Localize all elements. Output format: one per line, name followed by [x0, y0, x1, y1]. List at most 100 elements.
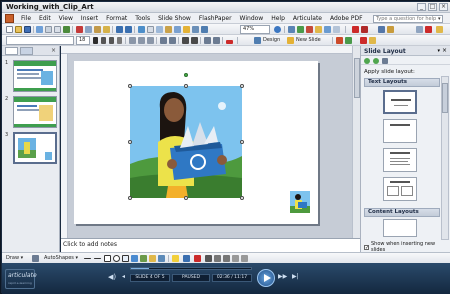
increase-indent-icon[interactable]: [213, 37, 220, 44]
toolbar-options-icon[interactable]: [436, 26, 443, 33]
text-layouts-header[interactable]: Text Layouts: [364, 78, 440, 87]
print-preview-icon[interactable]: [54, 26, 61, 33]
quizmaker-icon[interactable]: [324, 26, 331, 33]
select-objects-icon[interactable]: [32, 255, 39, 262]
resize-handle[interactable]: [184, 196, 188, 200]
underline-icon[interactable]: [109, 37, 114, 44]
design-icon[interactable]: [254, 37, 261, 44]
line-color-icon[interactable]: [183, 255, 190, 262]
line-icon[interactable]: [84, 258, 91, 259]
slide-vertical-scrollbar[interactable]: [352, 46, 360, 238]
maximize-button[interactable]: □: [428, 3, 437, 11]
font-name-select[interactable]: [6, 36, 74, 45]
menu-tools[interactable]: Tools: [131, 15, 154, 22]
rectangle-icon[interactable]: [104, 255, 111, 262]
slide-thumbnail-3[interactable]: 3: [5, 132, 57, 164]
new-slide-icon[interactable]: [287, 37, 294, 44]
zoom-select[interactable]: 47%: [240, 25, 270, 34]
previous-slide-icon[interactable]: ◂: [122, 273, 125, 280]
autoshapes-menu[interactable]: AutoShapes ▾: [44, 255, 78, 261]
align-left-icon[interactable]: [129, 37, 136, 44]
menu-articulate[interactable]: Articulate: [289, 15, 326, 22]
slide-thumbnail-2[interactable]: 2: [5, 96, 57, 128]
resize-handle[interactable]: [240, 140, 244, 144]
ink-icon[interactable]: [360, 37, 367, 44]
menu-edit[interactable]: Edit: [35, 15, 55, 22]
close-button[interactable]: ×: [439, 3, 448, 11]
text-box-icon[interactable]: [122, 255, 129, 262]
resize-handle[interactable]: [240, 84, 244, 88]
record-narration-icon[interactable]: [336, 37, 343, 44]
menu-adobe-pdf[interactable]: Adobe PDF: [326, 15, 367, 22]
rotation-handle[interactable]: [184, 73, 188, 77]
tables-borders-icon[interactable]: [156, 26, 163, 33]
undo-icon[interactable]: [116, 26, 123, 33]
font-size-select[interactable]: 18: [76, 36, 90, 45]
notes-placeholder[interactable]: Click to add notes: [63, 241, 117, 248]
volume-icon[interactable]: ◀): [108, 273, 116, 281]
new-icon[interactable]: [6, 26, 13, 33]
increase-font-icon[interactable]: [182, 37, 189, 44]
paste-icon[interactable]: [94, 26, 101, 33]
resize-handle[interactable]: [184, 84, 188, 88]
save-icon[interactable]: [24, 26, 31, 33]
menu-flashpaper[interactable]: FlashPaper: [195, 15, 236, 22]
show-formatting-icon[interactable]: [183, 26, 190, 33]
content-layouts-header[interactable]: Content Layouts: [364, 208, 440, 217]
menu-help[interactable]: Help: [267, 15, 289, 22]
insert-picture-icon[interactable]: [158, 255, 165, 262]
menu-format[interactable]: Format: [102, 15, 131, 22]
fill-color-icon[interactable]: [172, 255, 179, 262]
close-icon[interactable]: ×: [51, 47, 56, 54]
forward-icon[interactable]: [373, 58, 379, 64]
italic-icon[interactable]: [101, 37, 106, 44]
new-slide-button[interactable]: New Slide: [296, 37, 321, 43]
help-search-input[interactable]: Type a question for help: [373, 15, 443, 23]
small-clip-art-image[interactable]: [290, 191, 310, 213]
play-button[interactable]: [257, 269, 275, 287]
seek-bar[interactable]: [130, 267, 252, 270]
close-icon[interactable]: ×: [442, 47, 447, 54]
menu-window[interactable]: Window: [236, 15, 268, 22]
copy-icon[interactable]: [85, 26, 92, 33]
font-color-icon[interactable]: [425, 26, 432, 33]
oval-icon[interactable]: [113, 255, 120, 262]
sync-animations-icon[interactable]: [345, 37, 352, 44]
cut-icon[interactable]: [76, 26, 83, 33]
pdf-convert-icon[interactable]: [352, 26, 359, 33]
align-right-icon[interactable]: [147, 37, 154, 44]
draw-menu[interactable]: Draw ▾: [6, 255, 23, 261]
chart-icon[interactable]: [138, 26, 145, 33]
pen-icon[interactable]: [416, 26, 423, 33]
slides-tab[interactable]: [20, 47, 33, 55]
arrow-icon[interactable]: [94, 258, 101, 259]
publish-icon[interactable]: [297, 26, 304, 33]
layout-two-column-text[interactable]: [383, 177, 417, 201]
pdf-email-icon[interactable]: [361, 26, 368, 33]
shadow-style-icon[interactable]: [232, 255, 239, 262]
annotate-icon[interactable]: [387, 26, 394, 33]
menu-view[interactable]: View: [55, 15, 77, 22]
menu-insert[interactable]: Insert: [77, 15, 102, 22]
resize-handle[interactable]: [240, 196, 244, 200]
help-dropdown-icon[interactable]: ▾: [438, 16, 441, 22]
bullets-icon[interactable]: [169, 37, 176, 44]
arrow-style-icon[interactable]: [223, 255, 230, 262]
font-color-icon[interactable]: [194, 255, 201, 262]
spelling-icon[interactable]: [63, 26, 70, 33]
resize-handle[interactable]: [128, 84, 132, 88]
decrease-indent-icon[interactable]: [204, 37, 211, 44]
resize-handle[interactable]: [128, 196, 132, 200]
resize-handle[interactable]: [128, 140, 132, 144]
shadow-icon[interactable]: [117, 37, 122, 44]
layout-title-slide[interactable]: [383, 90, 417, 114]
back-icon[interactable]: [364, 58, 370, 64]
dash-style-icon[interactable]: [214, 255, 221, 262]
record-icon[interactable]: [306, 26, 313, 33]
skip-forward-icon[interactable]: ▶|: [292, 273, 299, 280]
menu-slide-show[interactable]: Slide Show: [154, 15, 195, 22]
task-pane-scrollbar[interactable]: [441, 76, 449, 240]
design-button[interactable]: Design: [263, 37, 280, 43]
open-icon[interactable]: [15, 26, 22, 33]
numbering-icon[interactable]: [160, 37, 167, 44]
